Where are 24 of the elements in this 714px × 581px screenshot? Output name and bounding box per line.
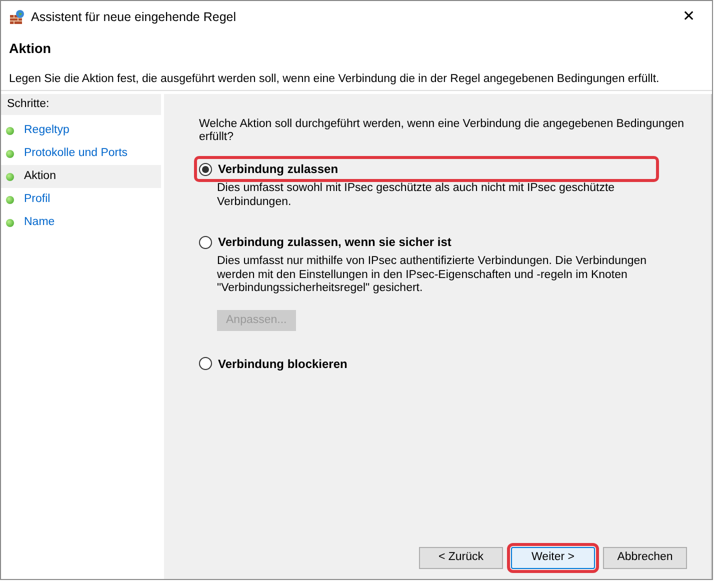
step-item[interactable]: Name xyxy=(1,211,161,234)
radio-option[interactable]: Verbindung zulassen xyxy=(194,156,659,182)
steps-heading: Schritte: xyxy=(1,94,161,115)
status-dot-icon xyxy=(6,172,14,180)
step-item[interactable]: Profil xyxy=(1,188,161,211)
window-title: Assistent für neue eingehende Regel xyxy=(31,8,238,26)
wizard-button[interactable]: < Zurück xyxy=(419,547,503,569)
status-dot-icon xyxy=(6,126,14,134)
option-description: Dies umfasst sowohl mit IPsec geschützte als auch nicht mit IPsec geschützte Verbindungen. xyxy=(217,182,616,210)
wizard-button[interactable]: Abbrechen xyxy=(603,547,687,569)
page-description: Legen Sie die Aktion fest, die ausgeführt werden soll, wenn eine Verbindung die in der Regel angegebenen Bedingungen erfüllt. xyxy=(9,72,660,88)
close-button[interactable]: ✕ xyxy=(666,1,712,33)
status-dot-icon xyxy=(6,218,14,226)
radio-option[interactable]: Verbindung blockieren xyxy=(194,350,352,377)
radio-option[interactable]: Verbindung zulassen, wenn sie sicher ist xyxy=(194,229,456,256)
question-text: Welche Aktion soll durchgeführt werden, wenn eine Verbindung die angegebenen Bedingungen erfüllt? xyxy=(199,118,686,144)
firewall-icon xyxy=(9,9,25,25)
step-item[interactable]: Aktion xyxy=(1,165,161,188)
page-title: Aktion xyxy=(9,40,52,58)
status-dot-icon xyxy=(6,196,14,204)
option-description: Dies umfasst nur mithilfe von IPsec authentifizierte Verbindungen. Die Verbindungen werden mit den Einstellungen in den IPsec-Eigenschaften und -regeln im Knoten "Verbindungssicherheitsregel" gesichert. xyxy=(217,255,648,296)
status-dot-icon xyxy=(6,150,14,158)
step-item[interactable]: Protokolle und Ports xyxy=(1,142,161,165)
step-item[interactable]: Regeltyp xyxy=(1,119,161,142)
